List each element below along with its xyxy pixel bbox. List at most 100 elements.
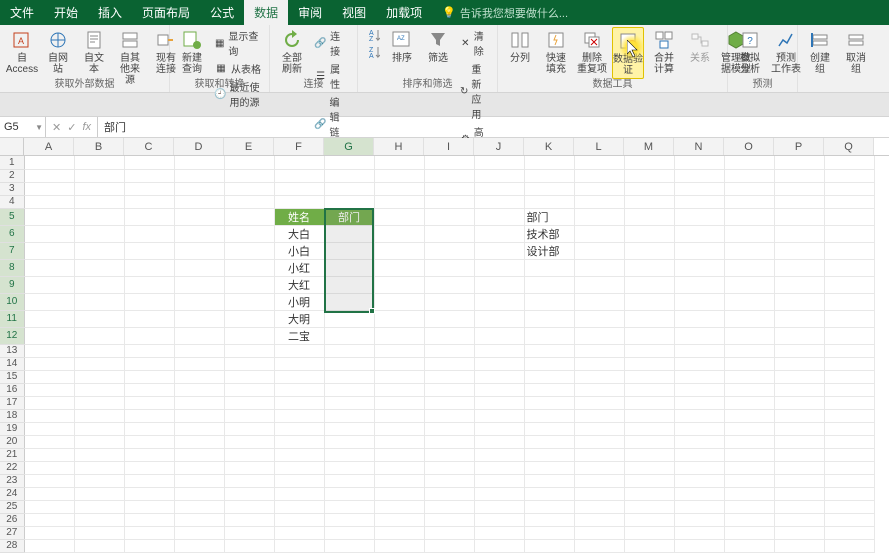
cell-B19[interactable] [74, 422, 124, 435]
cell-L18[interactable] [574, 409, 624, 422]
cell-N9[interactable] [674, 276, 724, 293]
cell-C15[interactable] [124, 370, 174, 383]
row-header-5[interactable]: 5 [0, 208, 24, 225]
cell-D2[interactable] [174, 169, 224, 182]
cell-D28[interactable] [174, 539, 224, 552]
clear-filter-button[interactable]: ✕清除 [458, 27, 491, 59]
cell-A22[interactable] [24, 461, 74, 474]
row-header-27[interactable]: 27 [0, 526, 24, 539]
cell-D15[interactable] [174, 370, 224, 383]
cell-D17[interactable] [174, 396, 224, 409]
cell-F19[interactable] [274, 422, 324, 435]
cell-N25[interactable] [674, 500, 724, 513]
cell-A7[interactable] [24, 242, 74, 259]
cell-A3[interactable] [24, 182, 74, 195]
row-header-28[interactable]: 28 [0, 539, 24, 552]
cell-M6[interactable] [624, 225, 674, 242]
cell-J28[interactable] [474, 539, 524, 552]
cell-L28[interactable] [574, 539, 624, 552]
cell-K14[interactable] [524, 357, 574, 370]
cell-H12[interactable] [374, 327, 424, 344]
cell-H1[interactable] [374, 156, 424, 169]
cell-Q8[interactable] [824, 259, 874, 276]
row-header-18[interactable]: 18 [0, 409, 24, 422]
cell-A28[interactable] [24, 539, 74, 552]
cell-A17[interactable] [24, 396, 74, 409]
cell-P7[interactable] [774, 242, 824, 259]
cell-G19[interactable] [324, 422, 374, 435]
cell-P9[interactable] [774, 276, 824, 293]
cell-G11[interactable] [324, 310, 374, 327]
cell-H7[interactable] [374, 242, 424, 259]
tab-formula[interactable]: 公式 [200, 0, 244, 25]
cell-O17[interactable] [724, 396, 774, 409]
cell-B25[interactable] [74, 500, 124, 513]
cell-F13[interactable] [274, 344, 324, 357]
cell-H9[interactable] [374, 276, 424, 293]
cell-I16[interactable] [424, 383, 474, 396]
cell-C1[interactable] [124, 156, 174, 169]
cell-L12[interactable] [574, 327, 624, 344]
cell-D1[interactable] [174, 156, 224, 169]
cell-K18[interactable] [524, 409, 574, 422]
cell-L22[interactable] [574, 461, 624, 474]
cell-B24[interactable] [74, 487, 124, 500]
name-box[interactable]: G5 ▼ [0, 117, 46, 137]
cell-D9[interactable] [174, 276, 224, 293]
cell-Q10[interactable] [824, 293, 874, 310]
cell-I22[interactable] [424, 461, 474, 474]
cell-D13[interactable] [174, 344, 224, 357]
cell-L15[interactable] [574, 370, 624, 383]
cell-B7[interactable] [74, 242, 124, 259]
cell-F5[interactable]: 姓名 [274, 208, 324, 225]
cell-B21[interactable] [74, 448, 124, 461]
cell-B5[interactable] [74, 208, 124, 225]
cell-D16[interactable] [174, 383, 224, 396]
cell-D12[interactable] [174, 327, 224, 344]
cell-G26[interactable] [324, 513, 374, 526]
col-header-J[interactable]: J [474, 138, 524, 155]
col-header-P[interactable]: P [774, 138, 824, 155]
cell-E19[interactable] [224, 422, 274, 435]
col-header-L[interactable]: L [574, 138, 624, 155]
cell-H24[interactable] [374, 487, 424, 500]
row-header-15[interactable]: 15 [0, 370, 24, 383]
cell-K7[interactable]: 设计部 [524, 242, 574, 259]
cell-P10[interactable] [774, 293, 824, 310]
cell-L5[interactable] [574, 208, 624, 225]
cell-A14[interactable] [24, 357, 74, 370]
cell-N8[interactable] [674, 259, 724, 276]
cell-C18[interactable] [124, 409, 174, 422]
cell-I9[interactable] [424, 276, 474, 293]
cell-D10[interactable] [174, 293, 224, 310]
row-header-19[interactable]: 19 [0, 422, 24, 435]
tab-review[interactable]: 审阅 [288, 0, 332, 25]
cell-E28[interactable] [224, 539, 274, 552]
cell-P11[interactable] [774, 310, 824, 327]
cell-I13[interactable] [424, 344, 474, 357]
cell-D4[interactable] [174, 195, 224, 208]
cell-Q24[interactable] [824, 487, 874, 500]
cell-J3[interactable] [474, 182, 524, 195]
tab-insert[interactable]: 插入 [88, 0, 132, 25]
cell-O8[interactable] [724, 259, 774, 276]
cell-B3[interactable] [74, 182, 124, 195]
cell-G2[interactable] [324, 169, 374, 182]
cell-M16[interactable] [624, 383, 674, 396]
cell-N19[interactable] [674, 422, 724, 435]
cell-M10[interactable] [624, 293, 674, 310]
cell-I18[interactable] [424, 409, 474, 422]
row-header-26[interactable]: 26 [0, 513, 24, 526]
cell-D27[interactable] [174, 526, 224, 539]
row-header-13[interactable]: 13 [0, 344, 24, 357]
cell-I12[interactable] [424, 327, 474, 344]
confirm-icon[interactable]: ✓ [67, 121, 76, 134]
cell-E20[interactable] [224, 435, 274, 448]
cell-C17[interactable] [124, 396, 174, 409]
cell-G13[interactable] [324, 344, 374, 357]
sort-asc-button[interactable]: AZ [364, 27, 382, 43]
cell-A16[interactable] [24, 383, 74, 396]
cell-J18[interactable] [474, 409, 524, 422]
cell-K20[interactable] [524, 435, 574, 448]
cell-Q18[interactable] [824, 409, 874, 422]
